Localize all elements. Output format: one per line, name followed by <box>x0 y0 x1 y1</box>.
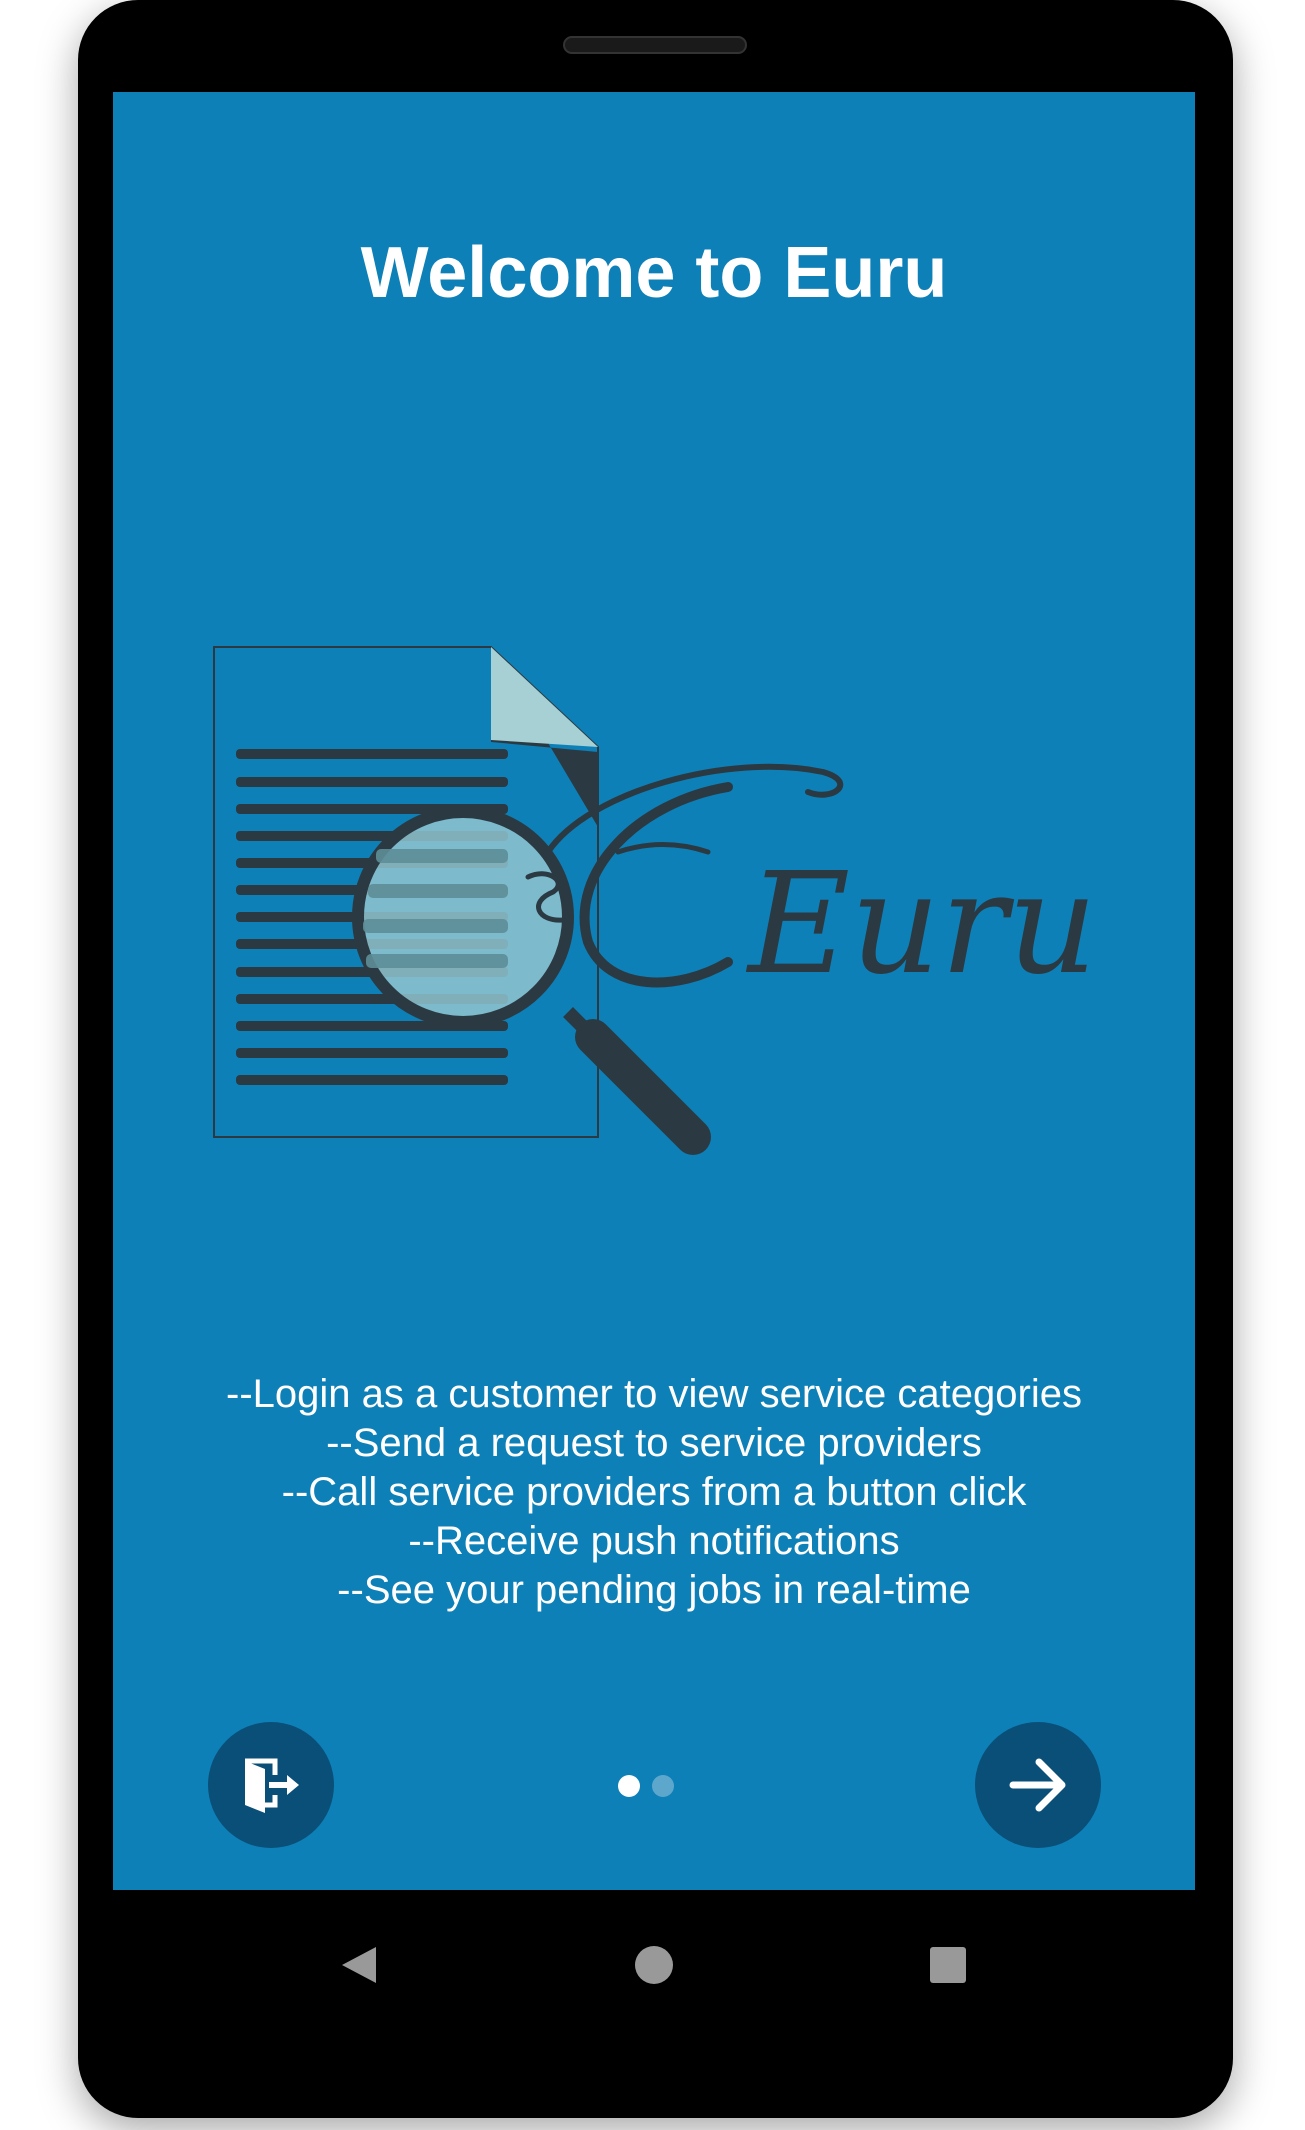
system-nav-bar <box>113 1890 1195 2040</box>
feature-list: --Login as a customer to view service ca… <box>113 1370 1195 1615</box>
feature-item: --Login as a customer to view service ca… <box>226 1372 1082 1416</box>
euru-wordmark: Euru <box>745 843 1088 1006</box>
back-button[interactable] <box>323 1930 393 2000</box>
recents-button[interactable] <box>913 1930 983 2000</box>
earpiece-speaker <box>563 36 747 54</box>
circle-home-icon <box>635 1946 673 1984</box>
skip-button[interactable] <box>208 1722 334 1848</box>
feature-item: --Receive push notifications <box>408 1519 900 1563</box>
arrow-right-icon <box>1009 1758 1066 1812</box>
exit-door-icon <box>245 1758 299 1813</box>
welcome-title: Welcome to Euru <box>360 233 948 313</box>
next-button[interactable] <box>975 1722 1101 1848</box>
home-button[interactable] <box>619 1930 689 2000</box>
square-recents-icon <box>930 1947 966 1983</box>
page-dot-inactive[interactable] <box>652 1775 674 1797</box>
intro-screen: Welcome to Euru Euru --Login as a custom… <box>113 92 1195 1890</box>
feature-item: --See your pending jobs in real-time <box>337 1568 971 1612</box>
feature-item: --Call service providers from a button c… <box>281 1470 1027 1514</box>
triangle-back-icon <box>342 1947 376 1983</box>
page-indicator <box>618 1775 674 1797</box>
euru-logo: Euru <box>213 646 1088 1155</box>
page-dot-active[interactable] <box>618 1775 640 1797</box>
feature-item: --Send a request to service providers <box>326 1421 982 1465</box>
